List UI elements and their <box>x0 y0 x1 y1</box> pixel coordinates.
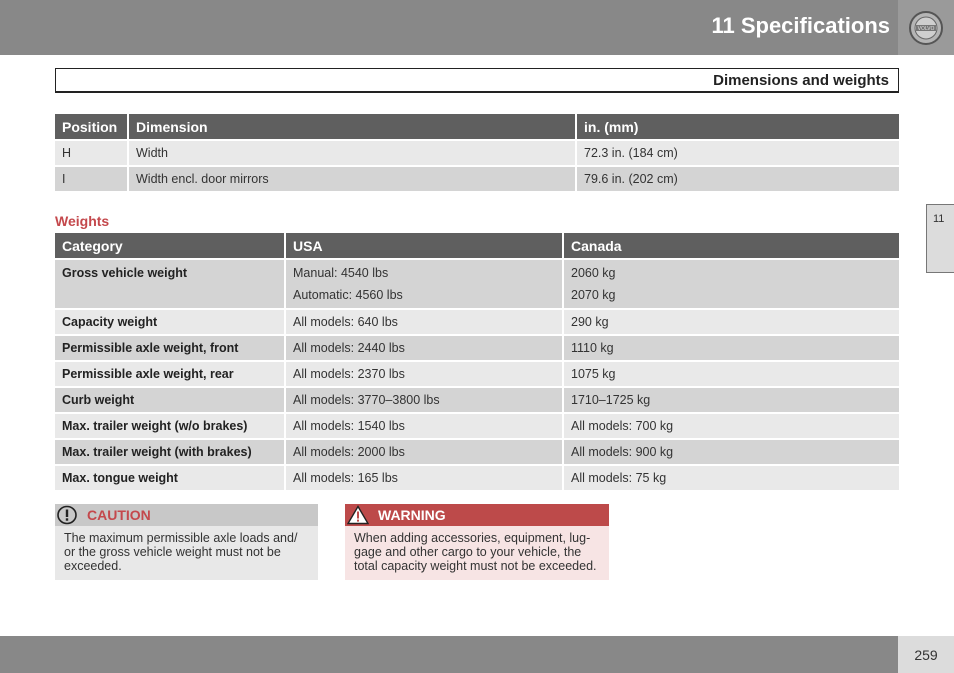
usa-cell: Manual: 4540 lbs Automatic: 4560 lbs <box>284 258 562 308</box>
table-row: H Width 72.3 in. (184 cm) <box>55 139 899 165</box>
caution-line: exceeded. <box>64 559 122 573</box>
value-cell: 79.6 in. (202 cm) <box>575 165 899 191</box>
column-header: Category <box>55 233 284 258</box>
usa-cell: All models: 640 lbs <box>284 308 562 334</box>
table-row: Permissible axle weight, rear All models… <box>55 360 899 386</box>
warning-label: WARNING <box>378 507 446 523</box>
canada-cell: All models: 700 kg <box>562 412 899 438</box>
warning-header: WARNING <box>345 504 609 526</box>
table-row: Capacity weight All models: 640 lbs 290 … <box>55 308 899 334</box>
canada-cell: 1110 kg <box>562 334 899 360</box>
weights-heading: Weights <box>55 213 110 229</box>
dimension-cell: Width encl. door mirrors <box>127 165 575 191</box>
chapter-tab-label: 11 <box>933 213 945 225</box>
canada-cell: 1075 kg <box>562 360 899 386</box>
exclamation-circle-icon <box>57 505 77 525</box>
category-cell: Permissible axle weight, front <box>55 334 284 360</box>
table-row: Max. trailer weight (with brakes) All mo… <box>55 438 899 464</box>
page-number: 259 <box>914 646 938 663</box>
svg-text:VOLVO: VOLVO <box>918 26 935 32</box>
position-cell: I <box>55 165 127 191</box>
category-cell: Max. trailer weight (with brakes) <box>55 438 284 464</box>
category-cell: Capacity weight <box>55 308 284 334</box>
warning-line: When adding accessories, equipment, lug- <box>354 531 591 545</box>
usa-cell: All models: 165 lbs <box>284 464 562 490</box>
usa-cell: All models: 3770–3800 lbs <box>284 386 562 412</box>
chapter-tab[interactable]: 11 <box>926 204 954 273</box>
warning-box: WARNING When adding accessories, equipme… <box>345 504 609 580</box>
page-number-box: 259 <box>898 636 954 673</box>
usa-cell: All models: 1540 lbs <box>284 412 562 438</box>
warning-line: gage and other cargo to your vehicle, th… <box>354 545 582 559</box>
column-header: USA <box>284 233 562 258</box>
table-row: I Width encl. door mirrors 79.6 in. (202… <box>55 165 899 191</box>
category-cell: Gross vehicle weight <box>55 258 284 308</box>
table-row: Max. trailer weight (w/o brakes) All mod… <box>55 412 899 438</box>
table-row: Curb weight All models: 3770–3800 lbs 17… <box>55 386 899 412</box>
usa-cell: All models: 2000 lbs <box>284 438 562 464</box>
dimension-cell: Width <box>127 139 575 165</box>
column-header: Dimension <box>127 114 575 139</box>
table-row: Gross vehicle weight Manual: 4540 lbs Au… <box>55 258 899 308</box>
column-header: in. (mm) <box>575 114 899 139</box>
caution-box: CAUTION The maximum permissible axle loa… <box>55 504 318 580</box>
chapter-title: 11 Specifications <box>711 13 890 38</box>
caution-text: The maximum permissible axle loads and/ … <box>55 526 318 580</box>
weights-table: Category USA Canada Gross vehicle weight… <box>55 233 899 490</box>
canada-cell: 290 kg <box>562 308 899 334</box>
warning-line: total capacity weight must not be exceed… <box>354 559 597 573</box>
warning-text: When adding accessories, equipment, lug-… <box>345 526 609 580</box>
volvo-logo-icon: VOLVO <box>909 10 943 45</box>
table-row: Permissible axle weight, front All model… <box>55 334 899 360</box>
canada-value: 2070 kg <box>571 288 616 302</box>
usa-cell: All models: 2370 lbs <box>284 360 562 386</box>
caution-line: or the gross vehicle weight must not be <box>64 545 281 559</box>
section-title: Dimensions and weights <box>713 72 889 89</box>
caution-header: CAUTION <box>55 504 318 526</box>
usa-cell: All models: 2440 lbs <box>284 334 562 360</box>
category-cell: Max. tongue weight <box>55 464 284 490</box>
table-header-row: Position Dimension in. (mm) <box>55 114 899 139</box>
table-header-row: Category USA Canada <box>55 233 899 258</box>
column-header: Position <box>55 114 127 139</box>
column-header: Canada <box>562 233 899 258</box>
canada-cell: All models: 900 kg <box>562 438 899 464</box>
table-row: Max. tongue weight All models: 165 lbs A… <box>55 464 899 490</box>
emblem-box: VOLVO <box>898 0 954 55</box>
section-heading-box: Dimensions and weights <box>55 68 899 93</box>
canada-value: 2060 kg <box>571 266 616 280</box>
canada-cell: 1710–1725 kg <box>562 386 899 412</box>
category-cell: Permissible axle weight, rear <box>55 360 284 386</box>
usa-value: Automatic: 4560 lbs <box>293 288 403 302</box>
category-cell: Curb weight <box>55 386 284 412</box>
bottom-footer-bar <box>0 636 954 673</box>
position-cell: H <box>55 139 127 165</box>
value-cell: 72.3 in. (184 cm) <box>575 139 899 165</box>
category-cell: Max. trailer weight (w/o brakes) <box>55 412 284 438</box>
dimensions-table: Position Dimension in. (mm) H Width 72.3… <box>55 114 899 191</box>
canada-cell: All models: 75 kg <box>562 464 899 490</box>
canada-cell: 2060 kg 2070 kg <box>562 258 899 308</box>
caution-label: CAUTION <box>87 507 151 523</box>
caution-line: The maximum permissible axle loads and/ <box>64 531 298 545</box>
usa-value: Manual: 4540 lbs <box>293 266 389 280</box>
warning-triangle-icon <box>347 505 369 525</box>
